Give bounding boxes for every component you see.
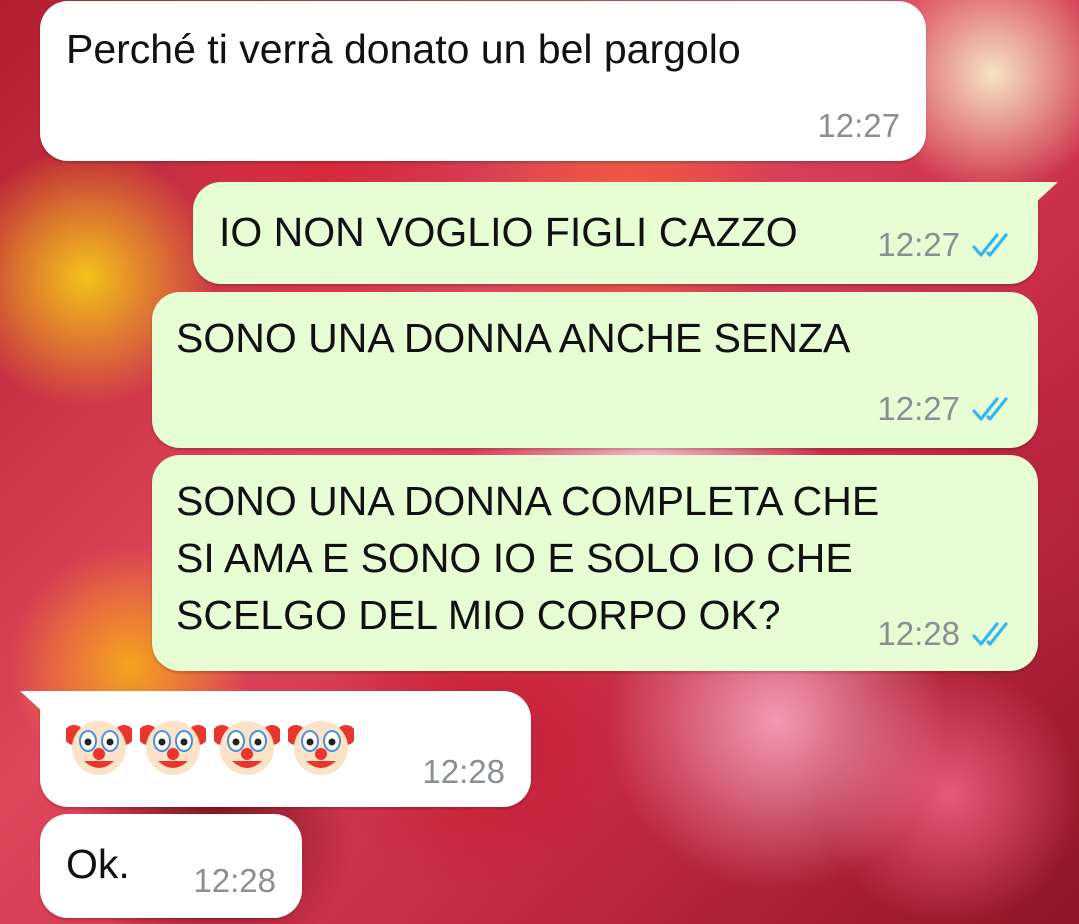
message-bubble-outgoing[interactable]: SONO UNA DONNA COMPLETA CHE SI AMA E SON… — [152, 455, 1038, 671]
message-timestamp: 12:28 — [193, 862, 276, 899]
message-text: IO NON VOGLIO FIGLI CAZZO — [219, 209, 798, 255]
message-bubble-outgoing[interactable]: SONO UNA DONNA ANCHE SENZA 12:27 — [152, 292, 1038, 448]
message-text-line: SONO UNA DONNA COMPLETA CHE — [176, 478, 880, 524]
message-meta: 12:27 — [877, 226, 1016, 264]
clown-face-icon — [138, 713, 208, 779]
message-timestamp: 12:27 — [817, 107, 900, 144]
clown-face-icon — [286, 713, 356, 779]
message-text-line: SCELGO DEL MIO CORPO OK? — [176, 592, 781, 638]
double-check-icon — [972, 620, 1016, 648]
message-text: SONO UNA DONNA ANCHE SENZA — [176, 315, 851, 361]
clown-face-icon — [64, 713, 134, 779]
message-text: Perché ti verrà donato un bel pargolo — [66, 26, 741, 72]
message-bubble-incoming[interactable]: 12:28 — [20, 691, 531, 807]
message-text: Ok. — [66, 841, 130, 887]
message-meta: 12:27 — [817, 107, 900, 145]
bubble-tail — [20, 691, 44, 713]
bubble-tail — [1034, 182, 1058, 204]
message-timestamp: 12:28 — [877, 615, 960, 652]
message-text-line: SI AMA E SONO IO E SOLO IO CHE — [176, 535, 853, 581]
emoji-row — [64, 713, 356, 779]
message-timestamp: 12:27 — [877, 226, 960, 263]
message-bubble-incoming[interactable]: Perché ti verrà donato un bel pargolo 12… — [40, 1, 926, 161]
message-timestamp: 12:28 — [422, 753, 505, 790]
double-check-icon — [972, 395, 1016, 423]
message-meta: 12:28 — [193, 862, 276, 900]
message-meta: 12:28 — [422, 753, 505, 791]
message-meta: 12:28 — [877, 615, 1016, 653]
double-check-icon — [972, 231, 1016, 259]
message-meta: 12:27 — [877, 390, 1016, 428]
clown-face-icon — [212, 713, 282, 779]
message-timestamp: 12:27 — [877, 390, 960, 427]
message-bubble-outgoing[interactable]: IO NON VOGLIO FIGLI CAZZO 12:27 — [193, 182, 1058, 284]
message-bubble-incoming[interactable]: Ok. 12:28 — [40, 814, 302, 918]
